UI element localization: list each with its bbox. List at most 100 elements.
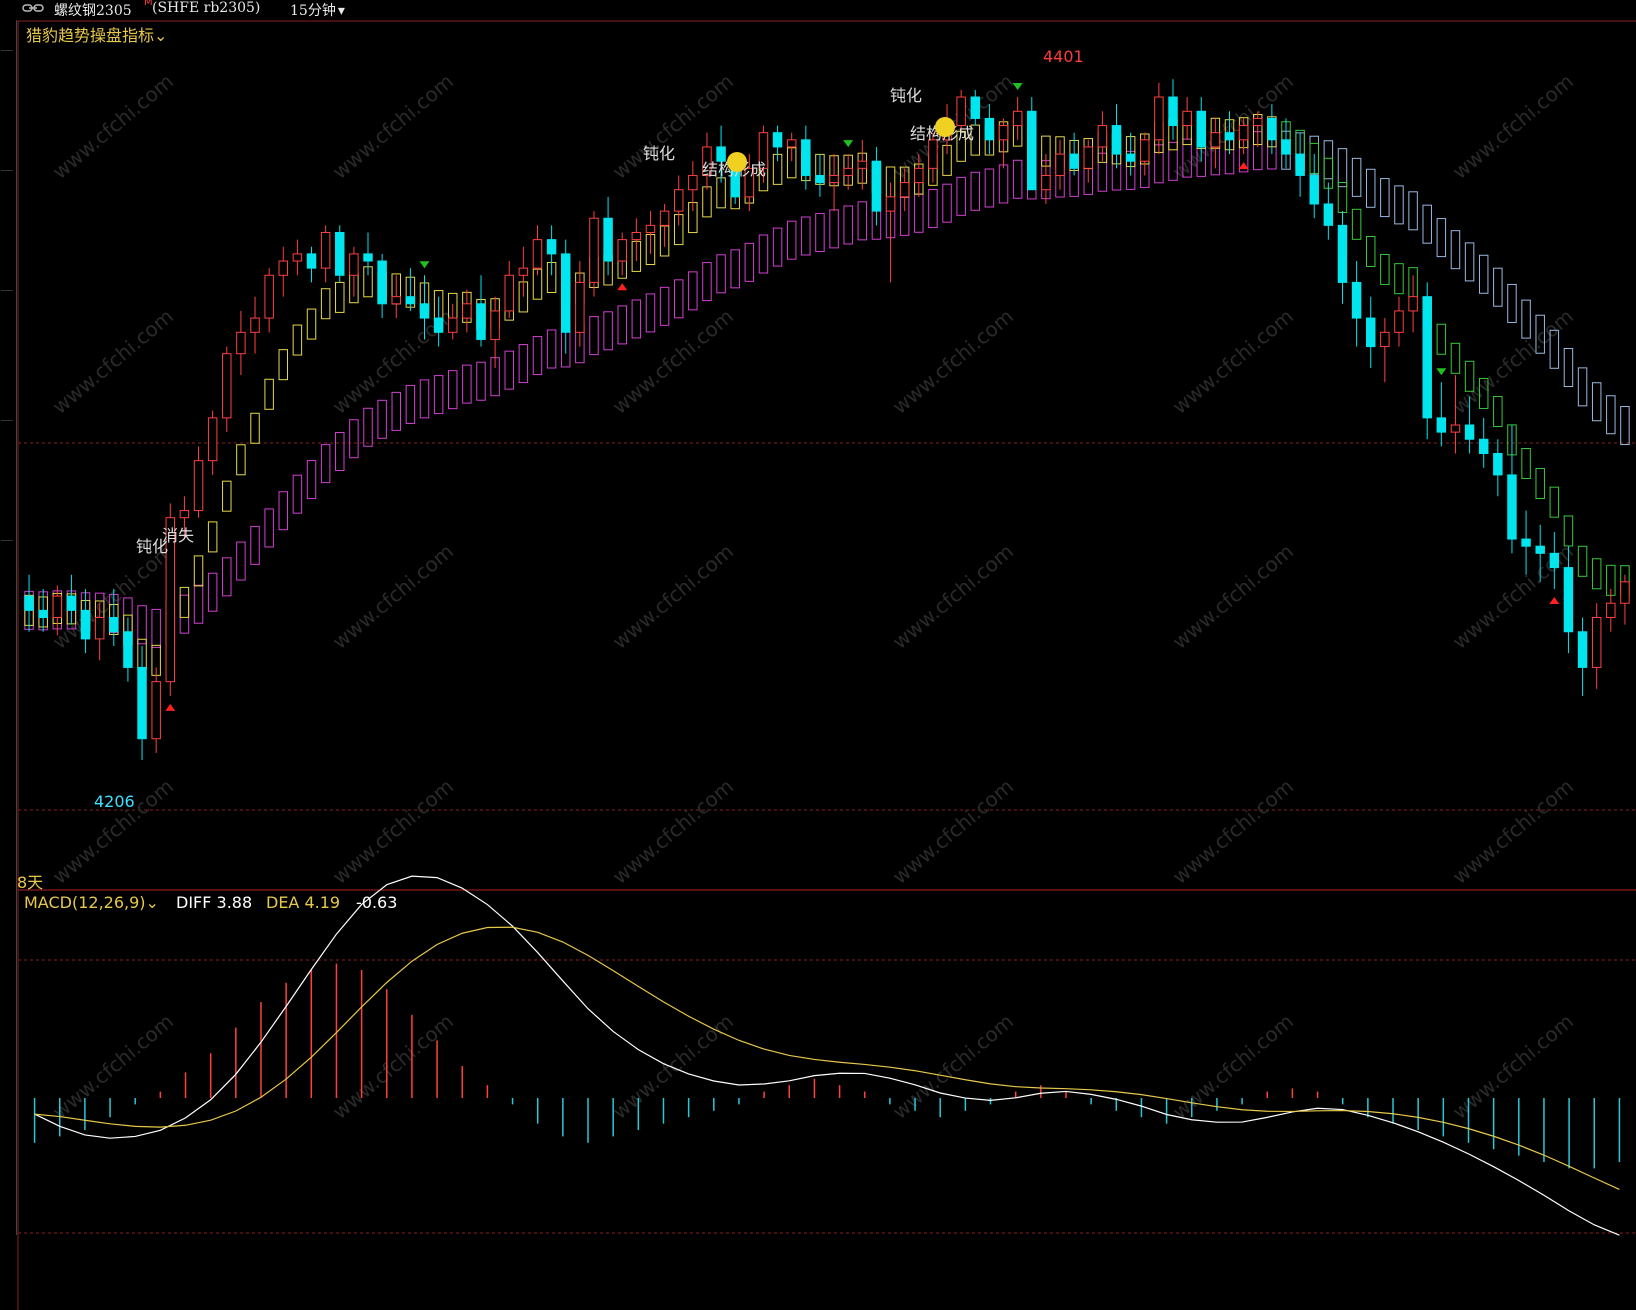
watermark-text: www.cfchi.com xyxy=(328,774,458,889)
candle-body xyxy=(222,353,232,419)
fast-ribbon xyxy=(24,114,1630,676)
slow-ribbon-bar xyxy=(419,379,430,419)
slow-ribbon-bar xyxy=(320,444,331,484)
candle-body xyxy=(1083,146,1094,169)
slow-ribbon-bar xyxy=(476,361,486,401)
slow-ribbon-bar xyxy=(1012,159,1023,199)
candle-body xyxy=(984,117,995,141)
candle-body xyxy=(1295,153,1305,176)
fast-ribbon-bar xyxy=(1450,342,1461,374)
candle-body xyxy=(1591,617,1602,668)
slow-ribbon-bar xyxy=(673,279,684,319)
watermark-text: www.cfchi.com xyxy=(888,774,1018,889)
slow-ribbon-bar xyxy=(292,474,303,514)
slow-ribbon-bar xyxy=(758,234,769,274)
candle-body xyxy=(1012,110,1023,127)
candle-body xyxy=(24,595,34,611)
price-chart[interactable]: www.cfchi.com www.cfchi.com www.cfchi.com w… xyxy=(0,0,1636,1310)
slow-ribbon-bar xyxy=(956,176,966,216)
candle-body xyxy=(448,317,458,333)
slow-ribbon-bar xyxy=(151,608,161,648)
dea-value: DEA 4.19 xyxy=(266,893,341,912)
fast-ribbon-bar xyxy=(264,378,274,410)
slow-ribbon-bar xyxy=(1394,185,1404,225)
candle-body xyxy=(1408,296,1418,312)
fast-ribbon-bar xyxy=(1563,515,1574,547)
fast-ribbon-bar xyxy=(1535,467,1545,499)
slow-ribbon-bar xyxy=(250,525,260,565)
watermark-text: www.cfchi.com xyxy=(1168,774,1298,889)
fast-ribbon-bar xyxy=(1351,208,1362,240)
watermark-text: www.cfchi.com xyxy=(888,1009,1018,1124)
slow-ribbon-bar xyxy=(264,508,274,548)
candle-body xyxy=(1210,132,1221,148)
days-label: 8天 xyxy=(17,873,44,892)
slow-ribbon-bar xyxy=(1591,382,1602,422)
candle-body xyxy=(1154,96,1164,141)
slow-ribbon-bar xyxy=(730,249,740,289)
slow-ribbon-bar xyxy=(1577,367,1588,407)
slow-ribbon-bar xyxy=(1464,242,1475,282)
candle-body xyxy=(250,317,260,333)
candle-body xyxy=(1182,110,1192,127)
candle-body xyxy=(236,331,246,355)
candle-body xyxy=(490,310,500,340)
smiley-icon xyxy=(727,152,747,172)
candle-body xyxy=(1224,132,1235,141)
slow-ribbon-bar xyxy=(179,594,190,634)
candle-body xyxy=(1365,317,1376,348)
slow-ribbon-bar xyxy=(984,168,995,208)
candle-body xyxy=(560,253,571,333)
fast-ribbon-bar xyxy=(1394,263,1404,295)
watermark-text: www.cfchi.com xyxy=(48,1009,178,1124)
fast-ribbon-bar xyxy=(193,555,204,587)
slow-ribbon-bar xyxy=(1337,148,1348,188)
fast-ribbon-bar xyxy=(1577,545,1588,577)
slow-ribbon-bar xyxy=(1450,230,1461,270)
candle-body xyxy=(928,139,938,169)
candle-body xyxy=(1027,110,1037,191)
slow-ribbon-bar xyxy=(631,299,642,339)
candle-body xyxy=(1464,424,1475,440)
candle-body xyxy=(1069,153,1079,169)
watermark-text: www.cfchi.com xyxy=(328,539,458,654)
high-price-label: 4401 xyxy=(1043,47,1084,66)
candle-body xyxy=(1478,438,1489,455)
candle-body xyxy=(179,510,190,519)
candle-body xyxy=(363,253,373,262)
chevron-down-icon: ⌄ xyxy=(154,26,168,45)
candle-body xyxy=(518,267,529,276)
fast-ribbon-bar xyxy=(1365,235,1376,267)
candle-body xyxy=(1450,424,1461,433)
low-price-label: 4206 xyxy=(94,792,135,811)
slow-ribbon-bar xyxy=(1478,254,1489,294)
candle-body xyxy=(1563,567,1574,633)
watermark-text: www.cfchi.com xyxy=(888,304,1018,419)
candle-body xyxy=(419,303,430,319)
watermark-text: www.cfchi.com xyxy=(1168,304,1298,419)
slow-ribbon-bar xyxy=(744,242,755,282)
candle-body xyxy=(914,167,924,184)
watermark-text: www.cfchi.com xyxy=(608,774,738,889)
candle-body xyxy=(462,303,472,319)
candle-body xyxy=(278,260,289,276)
slow-ribbon-bar xyxy=(857,201,868,241)
candle-body xyxy=(857,160,868,169)
candle-body xyxy=(349,253,359,276)
macd-selector[interactable]: MACD(12,26,9)⌄ xyxy=(24,893,159,912)
candle-body xyxy=(1394,310,1404,333)
slow-ribbon-bar xyxy=(603,311,613,351)
indicator-name: 猎豹趋势操盘指标 xyxy=(26,26,155,45)
watermark-text: www.cfchi.com xyxy=(608,1009,738,1124)
indicator-selector[interactable]: 猎豹趋势操盘指标⌄ xyxy=(26,22,167,46)
candle-body xyxy=(1253,117,1263,127)
slow-ribbon-bar xyxy=(801,216,811,256)
candles xyxy=(24,79,1630,761)
candle-body xyxy=(1168,96,1178,127)
candle-body xyxy=(504,274,514,312)
watermark-text: www.cfchi.com xyxy=(1168,539,1298,654)
candle-body xyxy=(109,617,119,633)
candle-body xyxy=(1309,174,1319,205)
sell-marker xyxy=(843,140,854,148)
watermark-text: www.cfchi.com xyxy=(608,304,738,419)
